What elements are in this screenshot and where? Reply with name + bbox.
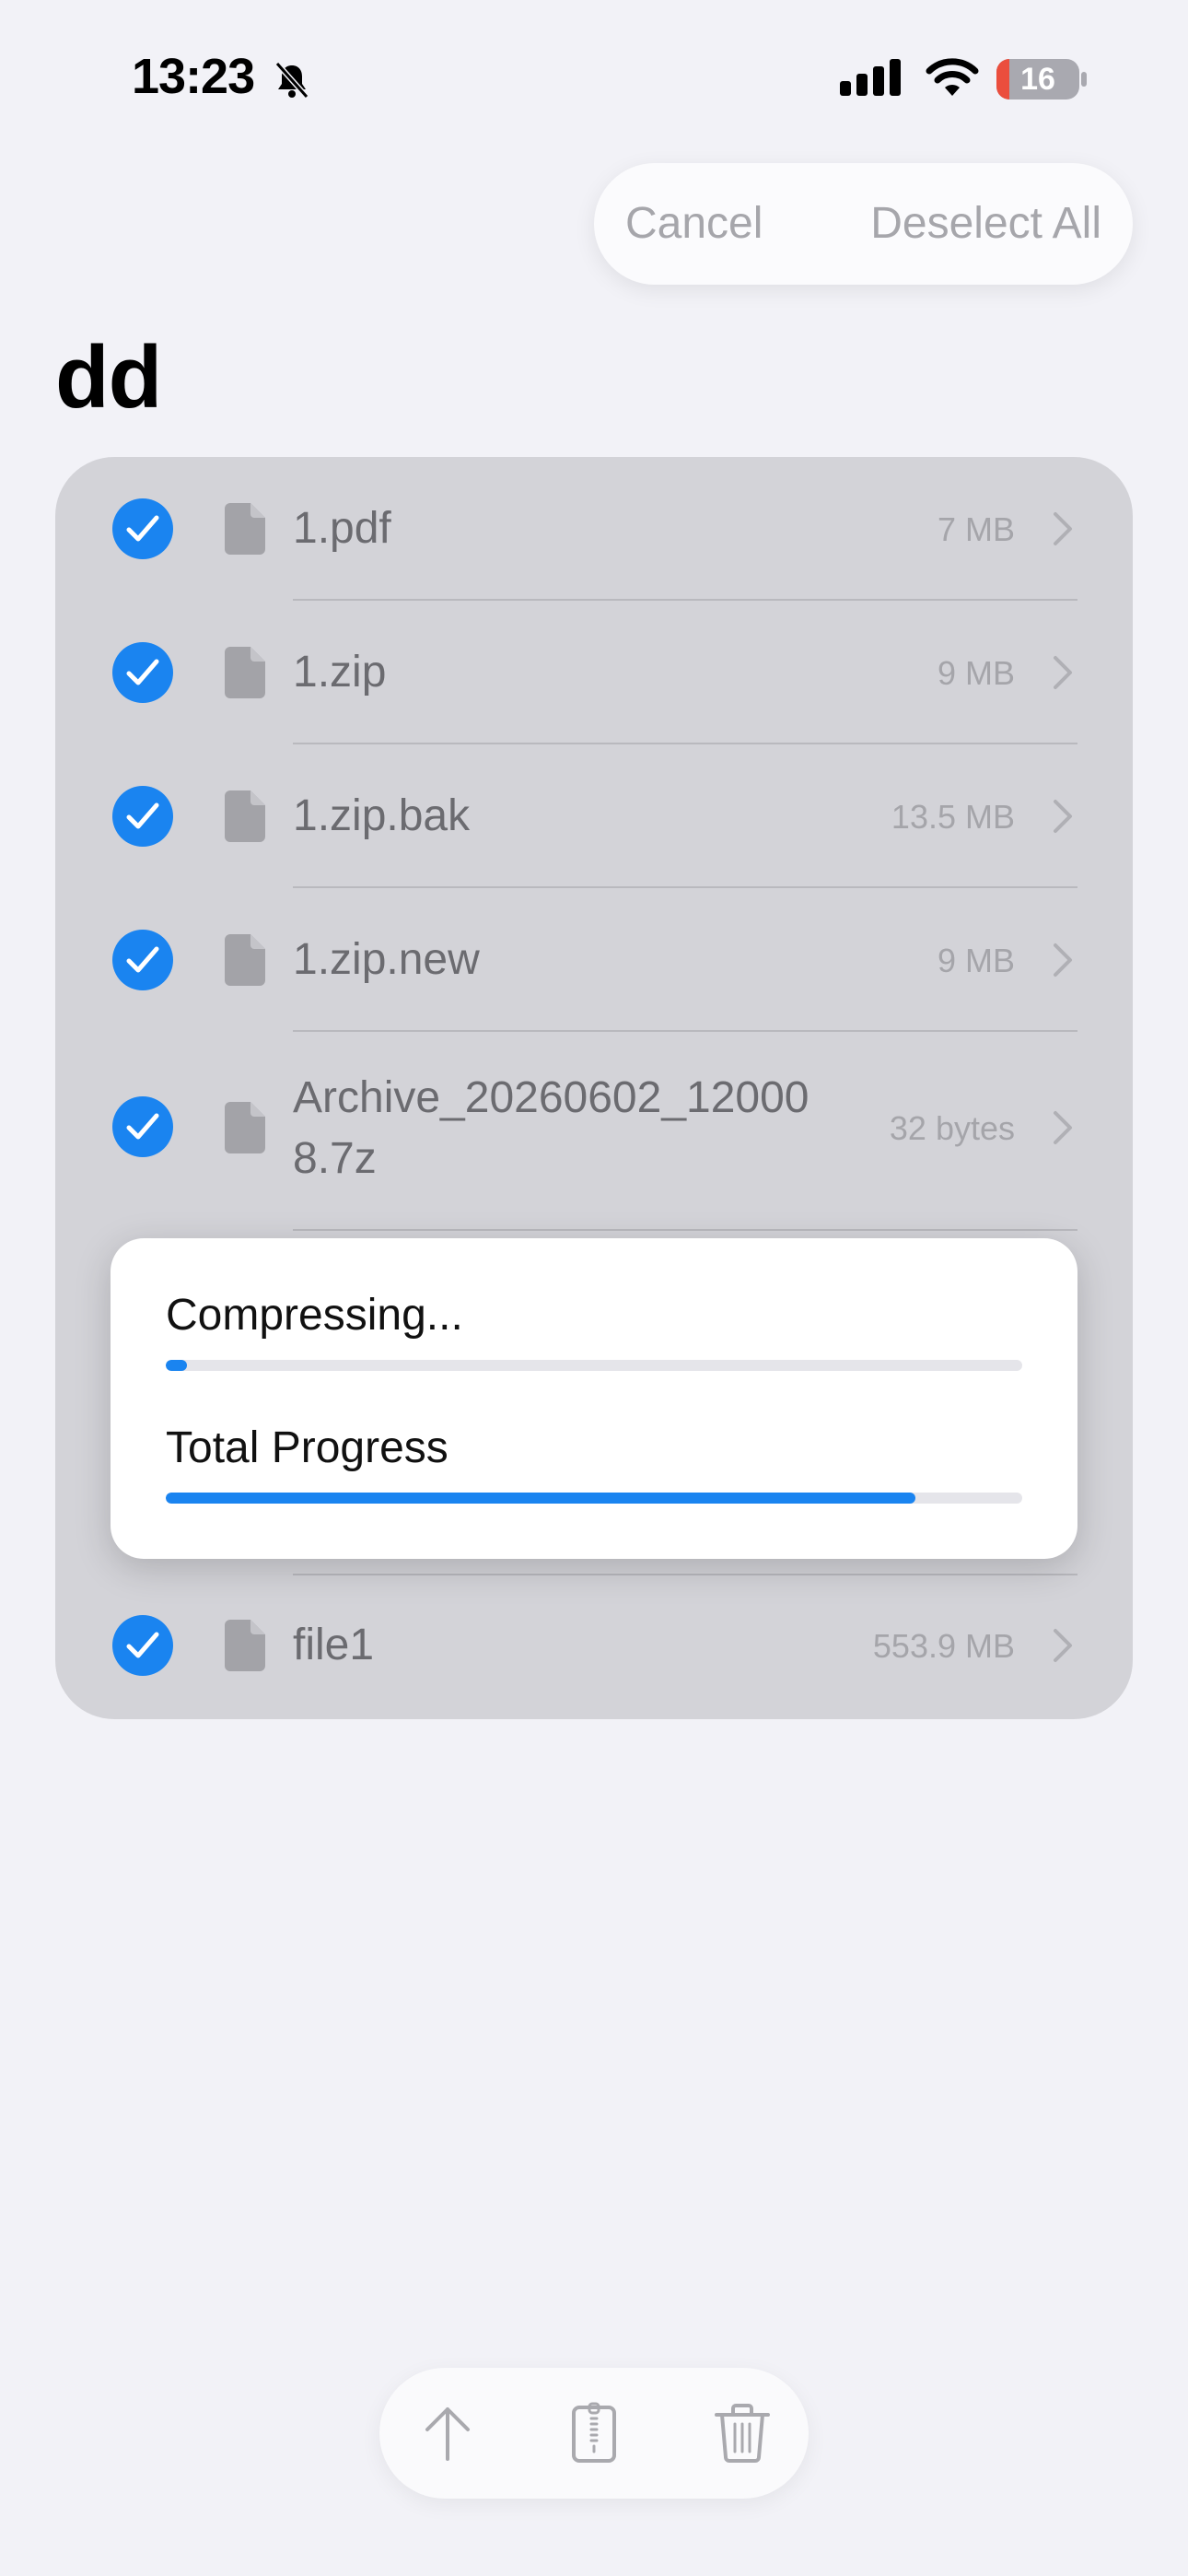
file-size: 13.5 MB (891, 798, 1015, 836)
compress-progress-bar (166, 1360, 188, 1371)
file-name-line2: 8.7z (293, 1134, 377, 1183)
file-size: 9 MB (937, 654, 1015, 692)
list-item[interactable]: 1.zip 9 MB (55, 601, 1133, 744)
total-progress-bar (166, 1493, 915, 1504)
chevron-right-icon (1054, 656, 1072, 689)
compressing-label: Compressing... (166, 1291, 463, 1340)
selected-checkmark-icon[interactable] (112, 786, 173, 847)
file-size: 32 bytes (889, 1109, 1015, 1147)
file-name-line1: Archive_20260602_12000 (293, 1073, 809, 1122)
list-item[interactable]: file1 553.9 MB (55, 1575, 1133, 1719)
archive-zip-icon[interactable] (561, 2400, 627, 2466)
status-time: 13:23 (132, 49, 255, 104)
file-name: 1.zip.bak (293, 791, 471, 840)
list-item[interactable]: Archive_20260602_12000 8.7z 32 bytes (55, 1032, 1133, 1231)
document-icon (225, 1620, 265, 1671)
selected-checkmark-icon[interactable] (112, 930, 173, 990)
selected-checkmark-icon[interactable] (112, 1615, 173, 1676)
file-name: 1.pdf (293, 504, 391, 553)
deselect-all-button[interactable]: Deselect All (870, 163, 1101, 285)
share-arrow-icon[interactable] (414, 2400, 481, 2466)
list-item[interactable]: 1.pdf 7 MB (55, 457, 1133, 601)
list-item[interactable]: 1.zip.new 9 MB (55, 888, 1133, 1032)
total-progress-label: Total Progress (166, 1423, 448, 1472)
document-icon (225, 790, 265, 842)
chevron-right-icon (1054, 1629, 1072, 1662)
cellular-signal-icon (840, 59, 901, 96)
document-icon (225, 647, 265, 698)
file-size: 553.9 MB (872, 1627, 1015, 1665)
list-item[interactable]: 1.zip.bak 13.5 MB (55, 744, 1133, 888)
document-icon (225, 1102, 265, 1153)
bottom-toolbar (379, 2368, 809, 2499)
selected-checkmark-icon[interactable] (112, 498, 173, 559)
file-name: file1 (293, 1621, 375, 1669)
compress-progress-track (166, 1360, 1022, 1371)
selected-checkmark-icon[interactable] (112, 642, 173, 703)
battery-level: 16 (1020, 62, 1055, 97)
chevron-right-icon (1054, 512, 1072, 545)
battery-indicator: 16 (996, 59, 1079, 100)
page-title: dd (55, 328, 162, 427)
compression-progress-card: Compressing... Total Progress (111, 1238, 1077, 1559)
document-icon (225, 934, 265, 986)
trash-icon[interactable] (709, 2400, 775, 2466)
battery-tip (1081, 72, 1087, 87)
document-icon (225, 503, 265, 555)
bell-muted-icon (274, 62, 309, 99)
chevron-right-icon (1054, 943, 1072, 977)
wifi-icon (926, 58, 979, 96)
chevron-right-icon (1054, 800, 1072, 833)
file-name: 1.zip (293, 648, 387, 697)
chevron-right-icon (1054, 1111, 1072, 1144)
file-name: 1.zip.new (293, 935, 480, 984)
file-size: 7 MB (937, 510, 1015, 548)
total-progress-track (166, 1493, 1022, 1504)
file-size: 9 MB (937, 942, 1015, 979)
selection-actions-pill: Cancel Deselect All (594, 163, 1133, 285)
selected-checkmark-icon[interactable] (112, 1096, 173, 1157)
row-divider (293, 1229, 1077, 1231)
cancel-button[interactable]: Cancel (625, 163, 763, 285)
